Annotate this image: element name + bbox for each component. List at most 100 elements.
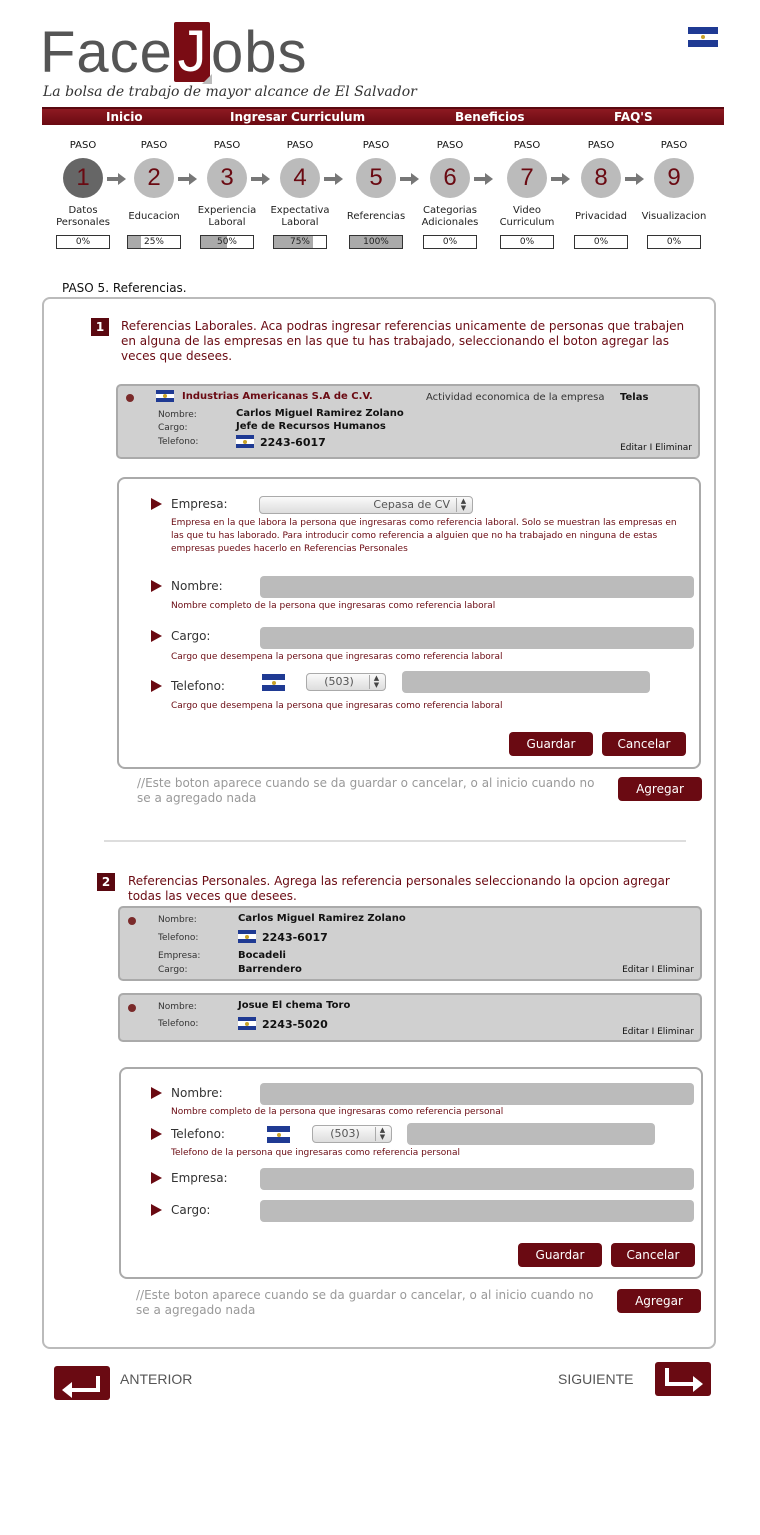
back-arrow-icon[interactable] [54,1366,110,1400]
personal-reference-card: Nombre: Carlos Miguel Ramirez Zolano Tel… [118,906,702,981]
cargo-input[interactable] [260,1200,694,1222]
agregar-laboral-button[interactable]: Agregar [618,777,702,801]
nombre-help: Nombre completo de la persona que ingres… [171,601,496,611]
arrow-right-icon [151,580,162,592]
facejobs-logo[interactable]: Face Jobs [40,18,307,85]
step-progress-text: 100% [363,237,389,247]
telefono-value: 2243-6017 [262,931,328,944]
edit-delete-link[interactable]: Editar I Eliminar [620,443,692,453]
laborales-note: //Este boton aparece cuando se da guarda… [137,776,595,805]
telefono-code-select[interactable]: (503) ▲ ▼ [312,1125,392,1143]
telefono-help: Cargo que desempena la persona que ingre… [171,701,503,711]
step-name: Privacidad [575,211,627,222]
step-progress-text: 75% [289,237,310,247]
step-paso-label: PASO [140,140,168,151]
step-paso-label: PASO [286,140,314,151]
anterior-link[interactable]: ANTERIOR [120,1371,192,1387]
step-progress-bar: 50% [200,235,254,249]
cancelar-button[interactable]: Cancelar [611,1243,695,1267]
cargo-label: Cargo: [158,965,188,975]
telefono-label: Telefono: [171,1127,225,1141]
section-1-badge: 1 [91,318,109,336]
step-8[interactable]: PASO 8 Privacidad 0% [565,140,637,249]
nav-beneficios[interactable]: Beneficios [455,110,524,124]
telefono-value: 2243-5020 [262,1018,328,1031]
select-arrows-icon: ▲ ▼ [456,498,470,512]
nav-faqs[interactable]: FAQ'S [614,110,653,124]
step-2[interactable]: PASO 2 Educacion 25% [118,140,190,249]
telefono-label: Telefono: [158,933,199,943]
main-nav: Inicio Ingresar Curriculum Beneficios FA… [42,107,724,125]
edit-delete-link[interactable]: Editar I Eliminar [622,965,694,975]
step-name: Expectativa Laboral [270,205,330,228]
flag-icon [262,674,285,691]
personal-reference-card: Nombre: Josue El chema Toro Telefono: 22… [118,993,702,1042]
step-name: Datos Personales [56,205,110,228]
cargo-label: Cargo: [171,629,211,643]
empresa-select[interactable]: Cepasa de CV ▲ ▼ [259,496,473,514]
cancelar-button[interactable]: Cancelar [602,732,686,756]
el-salvador-flag-icon[interactable] [688,27,718,47]
empresa-value: Bocadeli [238,950,286,961]
step-name: Educacion [128,211,180,222]
step-name: Categorias Adicionales [421,205,479,228]
nombre-label: Nombre: [158,915,197,925]
nombre-label: Nombre: [158,410,197,420]
step-name: Visualizacion [641,211,707,222]
step-4[interactable]: PASO 4 Expectativa Laboral 75% [264,140,336,249]
guardar-button[interactable]: Guardar [509,732,593,756]
flag-icon [238,1017,256,1030]
nombre-input[interactable] [260,576,694,598]
telefono-help: Telefono de la persona que ingresaras co… [171,1148,461,1158]
cargo-input[interactable] [260,627,694,649]
cargo-label: Cargo: [171,1203,211,1217]
arrow-right-icon [151,1087,162,1099]
step-7[interactable]: PASO 7 Video Curriculum 0% [491,140,563,249]
logo-prefix: Face [40,20,173,85]
step-progress-bar: 0% [647,235,701,249]
empresa-input[interactable] [260,1168,694,1190]
nombre-input[interactable] [260,1083,694,1105]
agregar-personal-button[interactable]: Agregar [617,1289,701,1313]
step-progress-text: 25% [143,237,164,247]
telefono-input[interactable] [407,1123,655,1145]
edit-delete-link[interactable]: Editar I Eliminar [622,1027,694,1037]
arrow-right-icon [151,680,162,692]
step-3[interactable]: PASO 3 Experiencia Laboral 50% [191,140,263,249]
step-paso-label: PASO [513,140,541,151]
step-number: 2 [134,158,174,198]
empresa-help: Empresa en la que labora la persona que … [171,518,677,554]
arrow-right-icon [151,498,162,510]
laboral-reference-card: Industrias Americanas S.A de C.V. Activi… [116,384,700,459]
tagline: La bolsa de trabajo de mayor alcance de … [43,84,417,100]
step-paso-label: PASO [587,140,615,151]
activity-label: Actividad economica de la empresa [426,392,605,403]
step-number: 9 [654,158,694,198]
telefono-code-select[interactable]: (503) ▲ ▼ [306,673,386,691]
next-arrow-icon[interactable] [655,1362,711,1396]
logo-j: J [173,22,212,84]
step-1[interactable]: PASO 1 Datos Personales 0% [47,140,119,249]
step-6[interactable]: PASO 6 Categorias Adicionales 0% [414,140,486,249]
step-progress-bar: 100% [349,235,403,249]
bullet-icon [128,917,136,925]
nombre-value: Carlos Miguel Ramirez Zolano [238,913,406,924]
nav-ingresar-curriculum[interactable]: Ingresar Curriculum [230,110,365,124]
step-progress-text: 0% [519,237,535,247]
nav-inicio[interactable]: Inicio [106,110,143,124]
laborales-intro: Referencias Laborales. Aca podras ingres… [121,319,685,363]
step-progress-bar: 0% [423,235,477,249]
step-number: 6 [430,158,470,198]
telefono-code-value: (503) [330,1127,360,1140]
telefono-input[interactable] [402,671,650,693]
guardar-button[interactable]: Guardar [518,1243,602,1267]
step-5[interactable]: PASO 5 Referencias 100% [340,140,412,249]
arrow-right-icon [151,1172,162,1184]
siguiente-link[interactable]: SIGUIENTE [558,1371,633,1387]
flag-icon [156,390,174,402]
step-paso-label: PASO [69,140,97,151]
step-9[interactable]: PASO 9 Visualizacion 0% [638,140,710,249]
step-name: Referencias [346,211,406,222]
flag-icon [238,930,256,943]
step-paso-label: PASO [436,140,464,151]
